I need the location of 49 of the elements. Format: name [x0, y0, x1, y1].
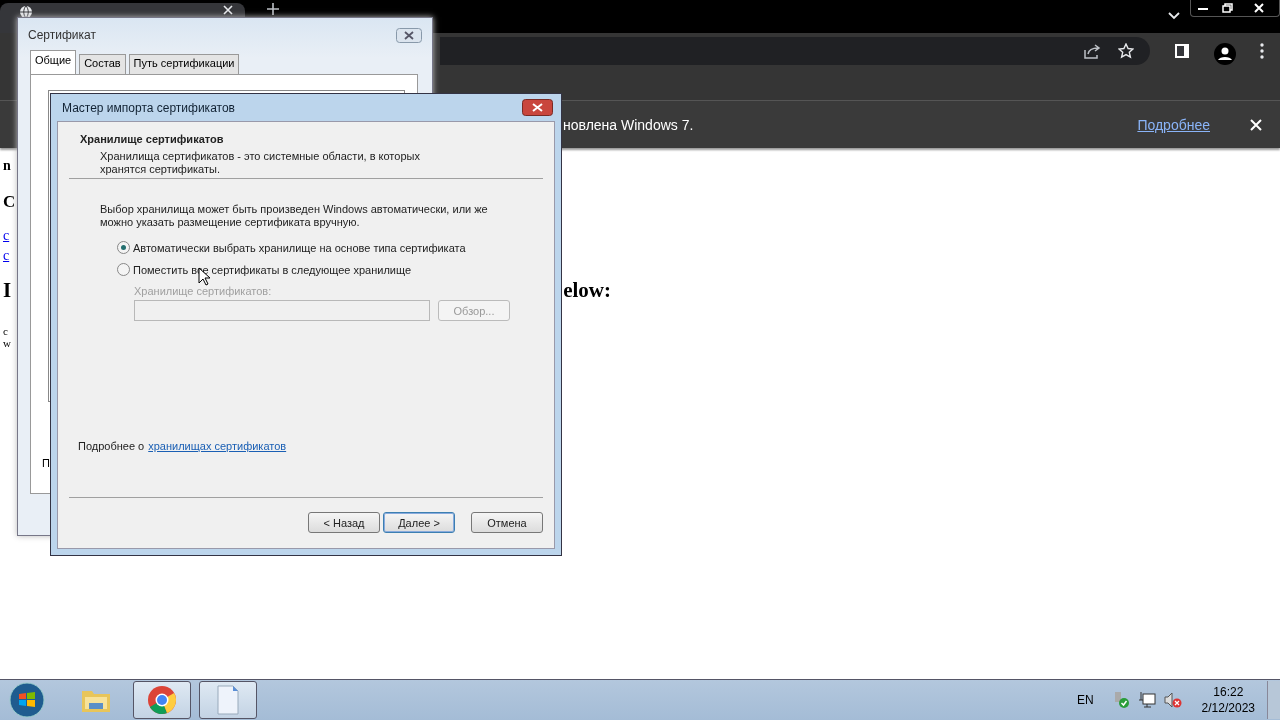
learn-more-link[interactable]: Подробнее [1137, 116, 1210, 133]
wizard-button[interactable]: Отмена [471, 512, 543, 533]
clock-time: 16:22 [1213, 684, 1244, 700]
tab[interactable]: Состав [79, 54, 126, 74]
page-heading: C [3, 192, 16, 212]
tab[interactable]: Путь сертификации [128, 54, 240, 74]
share-icon[interactable] [1084, 43, 1102, 59]
menu-icon[interactable] [1260, 43, 1264, 59]
page-text: c [3, 325, 8, 337]
section-title: Хранилище сертификатов [80, 133, 225, 145]
window-title: Сертификат [28, 28, 96, 42]
page-text: n [3, 158, 11, 174]
network-icon[interactable] [1137, 691, 1156, 709]
page-link[interactable]: c [3, 228, 10, 244]
instruction-text: Выбор хранилища может быть произведен Windows автоматически, или же можно указать размещение сертификата вручную. [100, 203, 489, 229]
close-button[interactable] [522, 99, 553, 116]
new-tab-icon[interactable] [267, 3, 279, 15]
tab[interactable]: Общие [30, 50, 77, 74]
store-info-link[interactable]: хранилищах сертификатов [148, 440, 287, 452]
infobar-message: новлена Windows 7. [563, 116, 694, 133]
clock-date: 2/12/2023 [1201, 700, 1255, 716]
option-label[interactable]: Автоматически выбрать хранилище на основе типа сертификата [133, 241, 466, 254]
wizard-button[interactable]: < Назад [308, 512, 380, 533]
window-title: Мастер импорта сертификатов [62, 100, 235, 115]
page-link[interactable]: c [3, 248, 10, 264]
page-text: w [3, 337, 11, 349]
chevron-down-icon[interactable] [1168, 12, 1180, 20]
field-label: Хранилище сертификатов: [134, 285, 273, 297]
radio-button[interactable] [117, 263, 130, 276]
taskbar-button[interactable] [199, 681, 257, 719]
document-icon [216, 685, 240, 715]
start-button[interactable] [9, 682, 45, 718]
star-icon[interactable] [1118, 43, 1134, 59]
taskbar-button[interactable] [133, 681, 191, 719]
language-indicator[interactable]: EN [1076, 693, 1094, 707]
close-button[interactable] [396, 27, 422, 43]
radio-button[interactable] [117, 241, 130, 254]
wizard-button[interactable]: Далее > [383, 512, 455, 533]
chrome-icon [147, 685, 177, 715]
page-heading: elow: [563, 278, 611, 303]
muted-speaker-icon[interactable] [1163, 691, 1182, 709]
clock[interactable]: 16:22 2/12/2023 [1201, 684, 1255, 716]
profile-icon[interactable] [1214, 43, 1236, 65]
close-icon[interactable] [223, 5, 233, 15]
page-heading: I [3, 278, 12, 303]
panel-text: П [42, 457, 50, 469]
more-info-text: Подробнее о [78, 440, 145, 452]
sidebar-icon[interactable] [1174, 43, 1190, 59]
section-description: Хранилища сертификатов - это системные области, в которых хранятся сертификаты. [99, 150, 421, 176]
